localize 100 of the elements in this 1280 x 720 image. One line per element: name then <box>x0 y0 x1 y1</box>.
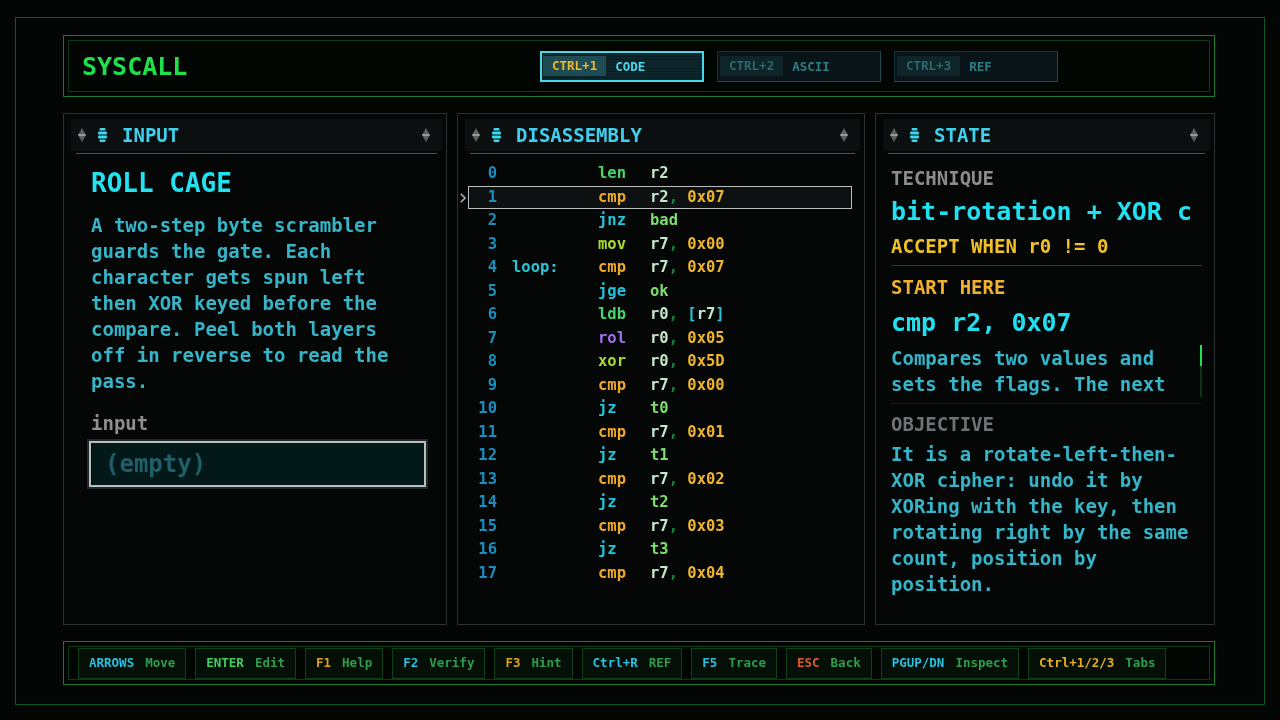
operand-text: r7, 0x02 <box>650 471 725 487</box>
accept-condition: ACCEPT WHEN r0 != 0 <box>891 234 1109 259</box>
input-field[interactable]: (empty) <box>89 441 426 487</box>
panel-title: STATE <box>934 125 992 145</box>
section-label: START HERE <box>891 275 1006 300</box>
mnemonic: jge <box>598 283 626 299</box>
code-row[interactable]: 10 jz t0 <box>468 397 852 421</box>
shortcut-key: CTRL+3 <box>897 55 961 77</box>
diamond-icon <box>1190 128 1198 142</box>
diamond-icon <box>422 128 430 142</box>
code-row[interactable]: 17 cmp r7, 0x04 <box>468 561 852 585</box>
mnemonic: cmp <box>598 471 626 487</box>
panel-title: DISASSEMBLY <box>516 125 642 145</box>
line-number: 9 <box>487 377 497 393</box>
operand-text: r2, 0x07 <box>650 189 725 205</box>
stacked-bars-icon <box>910 128 919 142</box>
operand-text: t1 <box>650 448 669 464</box>
mnemonic: mov <box>598 236 626 252</box>
hint-key: F5 <box>702 656 718 670</box>
puzzle-description: A two-step byte scrambler guards the gate. Each character gets spun left then XOR keyed before the compare. Peel both layers off in reverse to read the pass. <box>91 213 390 394</box>
mnemonic: jnz <box>598 213 626 229</box>
field-label: input <box>91 411 149 436</box>
code-row[interactable]: 3 mov r7, 0x00 <box>468 232 852 256</box>
app-title: SYSCALL <box>82 53 188 79</box>
line-number: 4 <box>487 260 497 276</box>
operand-text: r0, 0x05 <box>650 330 725 346</box>
operand-text: r7, 0x00 <box>650 236 725 252</box>
puzzle-title: ROLL CAGE <box>91 167 232 199</box>
hint-action: Trace <box>728 656 766 670</box>
line-number: 8 <box>487 354 497 370</box>
tab[interactable]: CTRL+3 REF <box>894 50 1058 82</box>
stacked-bars-icon <box>98 128 107 142</box>
code-row[interactable]: 7 rol r0, 0x05 <box>468 326 852 350</box>
mnemonic: jz <box>598 401 617 417</box>
operand-text: r2 <box>650 166 669 182</box>
code-row[interactable]: 5 jge ok <box>468 279 852 303</box>
line-number: 12 <box>478 448 497 464</box>
hint-action: REF <box>648 656 672 670</box>
hint-key: F2 <box>403 656 419 670</box>
hint-key: F3 <box>505 656 521 670</box>
code-row[interactable]: 16 jz t3 <box>468 538 852 562</box>
operand-text: bad <box>650 213 678 229</box>
line-number: 15 <box>478 518 497 534</box>
mnemonic: xor <box>598 354 626 370</box>
operand-text: ok <box>650 283 669 299</box>
hint-key: F1 <box>316 656 332 670</box>
diamond-icon <box>890 128 898 142</box>
mnemonic: cmp <box>598 377 626 393</box>
code-row[interactable]: 12 jz t1 <box>468 444 852 468</box>
line-number: 6 <box>487 307 497 323</box>
code-row[interactable]: 8 xor r0, 0x5D <box>468 350 852 374</box>
diamond-icon <box>840 128 848 142</box>
line-number: 5 <box>487 283 497 299</box>
hint-key: ENTER <box>206 656 244 670</box>
instruction-help: Compares two values and sets the flags. The next <box>891 346 1167 397</box>
line-number: 7 <box>487 330 497 346</box>
mnemonic: ldb <box>598 307 626 323</box>
mnemonic: cmp <box>598 565 626 581</box>
shortcut-key: CTRL+1 <box>543 55 607 77</box>
mnemonic: jz <box>598 495 617 511</box>
code-row[interactable]: 4 loop: cmp r7, 0x07 <box>468 256 852 280</box>
diamond-icon <box>78 128 86 142</box>
hint-action: Hint <box>531 656 562 670</box>
hint-action: Back <box>830 656 861 670</box>
scrollbar[interactable] <box>1199 345 1202 397</box>
operand-text: t0 <box>650 401 669 417</box>
hint-action: Edit <box>254 656 285 670</box>
code-row[interactable]: 14 jz t2 <box>468 491 852 515</box>
operand-text: r7, 0x01 <box>650 424 725 440</box>
code-label: loop: <box>512 260 559 276</box>
mnemonic: cmp <box>598 189 626 205</box>
mnemonic: len <box>598 166 626 182</box>
hint-action: Inspect <box>955 656 1009 670</box>
line-number: 14 <box>478 495 497 511</box>
technique-name: bit-rotation + XOR c <box>891 196 1193 228</box>
chevron-icon <box>460 192 466 203</box>
operand-text: r0, 0x5D <box>650 354 725 370</box>
stacked-bars-icon <box>492 128 501 142</box>
code-row[interactable]: 0 len r2 <box>468 162 852 186</box>
mnemonic: cmp <box>598 424 626 440</box>
line-number: 17 <box>478 565 497 581</box>
operand-text: r7, 0x04 <box>650 565 725 581</box>
line-number: 10 <box>478 401 497 417</box>
tab[interactable]: CTRL+2 ASCII <box>717 50 881 82</box>
mnemonic: cmp <box>598 260 626 276</box>
objective-text: It is a rotate-left-then-XOR cipher: undo it by XORing with the key, then rotating right by the same count, position by position. <box>891 442 1190 597</box>
tab[interactable]: CTRL+1 CODE <box>540 50 704 82</box>
code-row[interactable]: 11 cmp r7, 0x01 <box>468 420 852 444</box>
code-row[interactable]: 6 ldb r0, [r7] <box>468 303 852 327</box>
section-label: TECHNIQUE <box>891 166 994 191</box>
shortcut-key: CTRL+2 <box>720 55 784 77</box>
code-row[interactable]: 9 cmp r7, 0x00 <box>468 373 852 397</box>
code-row[interactable]: 2 jnz bad <box>468 209 852 233</box>
operand-text: r0, [r7] <box>650 307 725 323</box>
code-row[interactable]: 13 cmp r7, 0x02 <box>468 467 852 491</box>
mnemonic: cmp <box>598 518 626 534</box>
operand-text: t3 <box>650 542 669 558</box>
hint-key: Ctrl+1/2/3 <box>1039 656 1115 670</box>
code-row[interactable]: 15 cmp r7, 0x03 <box>468 514 852 538</box>
line-number: 3 <box>487 236 497 252</box>
